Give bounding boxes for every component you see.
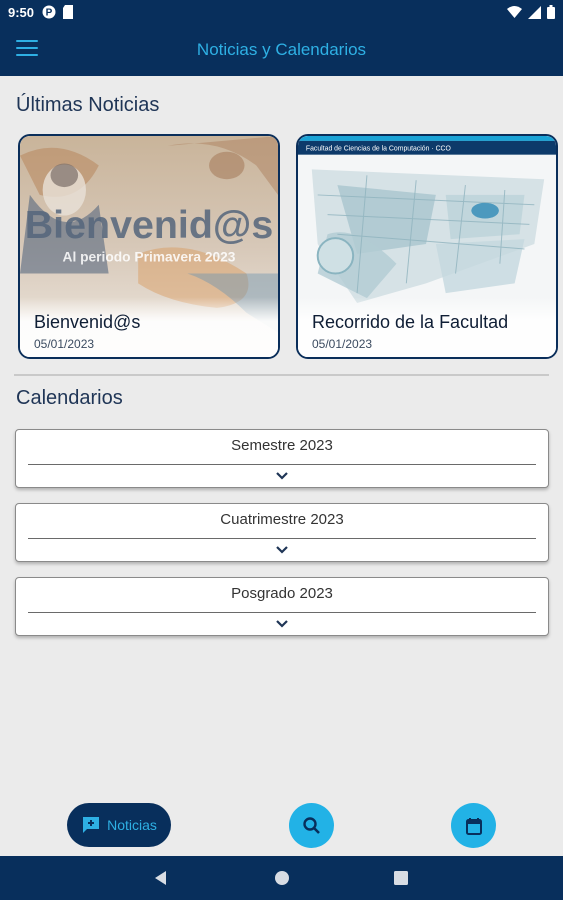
news-card-date: 05/01/2023	[34, 337, 95, 351]
svg-text:P: P	[46, 8, 53, 19]
notification-p-icon: P	[42, 5, 56, 19]
sd-card-icon	[63, 5, 74, 19]
signal-icon	[528, 5, 541, 19]
system-nav-bar	[0, 856, 563, 900]
map-header: Facultad de Ciencias de la Computación ·…	[306, 146, 452, 153]
calendar-dropdown-cuatrimestre[interactable]: Cuatrimestre 2023	[15, 503, 549, 562]
banner-heading: Bienvenid@s	[25, 203, 273, 247]
chevron-down-icon	[276, 472, 288, 480]
app-title: Noticias y Calendarios	[196, 40, 367, 59]
search-icon	[302, 816, 320, 834]
calendars-section-title: Calendarios	[16, 387, 123, 409]
news-chat-icon	[83, 817, 100, 833]
calendar-dropdown-label: Semestre 2023	[231, 437, 333, 454]
news-card-title: Bienvenid@s	[34, 312, 141, 332]
news-card-welcome[interactable]: Bienvenid@s Al periodo Primavera 2023 Bi…	[18, 134, 280, 359]
home-icon[interactable]	[273, 869, 291, 887]
calendar-dropdown-posgrado[interactable]: Posgrado 2023	[15, 577, 549, 636]
news-card-campus-tour[interactable]: Facultad de Ciencias de la Computación ·…	[296, 134, 558, 359]
news-nav-button[interactable]: Noticias	[67, 803, 171, 847]
banner-subtitle: Al periodo Primavera 2023	[63, 250, 236, 265]
recent-apps-icon[interactable]	[392, 869, 410, 887]
news-nav-label: Noticias	[107, 817, 157, 833]
menu-icon[interactable]	[16, 40, 38, 58]
news-section-title: Últimas Noticias	[16, 94, 160, 116]
calendar-dropdown-label: Cuatrimestre 2023	[220, 511, 344, 528]
status-time: 9:50	[8, 4, 35, 20]
wifi-icon	[507, 6, 522, 18]
search-button[interactable]	[289, 803, 334, 848]
section-divider	[14, 374, 549, 376]
calendar-icon	[465, 817, 482, 835]
app-bar: Noticias y Calendarios	[0, 24, 563, 76]
chevron-down-icon	[276, 620, 288, 628]
calendar-dropdown-semestre[interactable]: Semestre 2023	[15, 429, 549, 488]
calendar-button[interactable]	[451, 803, 496, 848]
news-card-title: Recorrido de la Facultad	[312, 312, 509, 332]
calendar-dropdown-label: Posgrado 2023	[231, 585, 333, 602]
status-bar: 9:50 P	[0, 0, 563, 24]
battery-icon	[547, 5, 555, 19]
news-card-date: 05/01/2023	[312, 337, 373, 351]
chevron-down-icon	[276, 546, 288, 554]
back-icon[interactable]	[152, 869, 170, 887]
